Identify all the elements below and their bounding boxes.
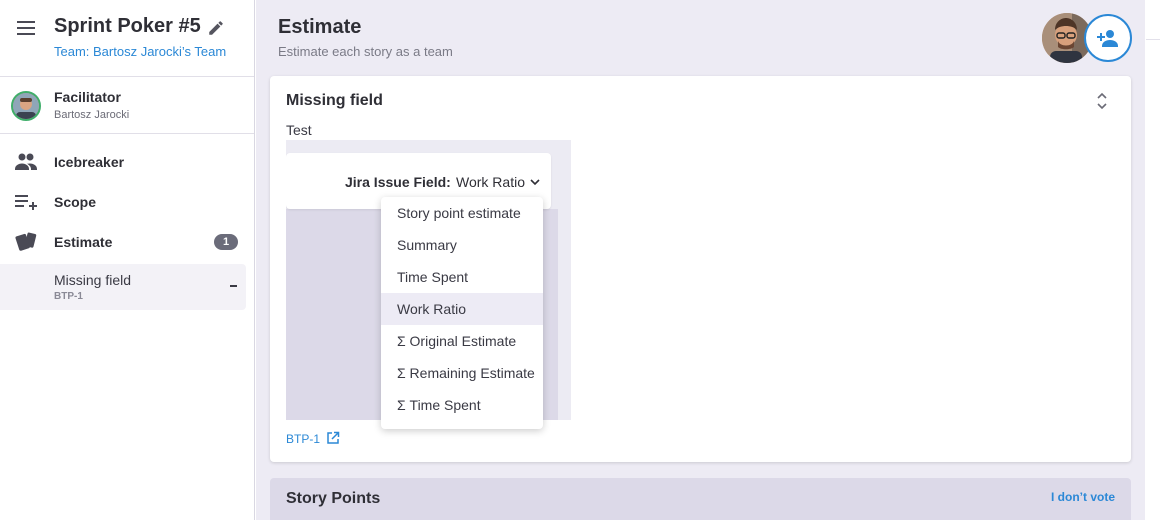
dropdown-option[interactable]: Σ Remaining Estimate: [381, 357, 543, 389]
nav-label-estimate: Estimate: [54, 234, 113, 250]
meeting-title: Sprint Poker #5: [54, 15, 201, 37]
dropdown-option-selected[interactable]: Work Ratio: [381, 293, 543, 325]
estimate-count-badge: 1: [214, 234, 238, 250]
story-item[interactable]: Missing field BTP-1: [0, 264, 246, 310]
jira-field-select[interactable]: Work Ratio: [456, 174, 525, 190]
facilitator-role: Facilitator: [54, 89, 121, 105]
facilitator-name: Bartosz Jarocki: [54, 109, 130, 121]
dropdown-option[interactable]: Σ Original Estimate: [381, 325, 543, 357]
story-item-title: Missing field: [54, 272, 132, 288]
right-edge: [1146, 0, 1160, 520]
main-content: Estimate Estimate each story as a team M…: [256, 0, 1145, 520]
story-title: Missing field: [286, 92, 383, 109]
chevron-down-icon[interactable]: [529, 176, 541, 188]
nav-item-estimate[interactable]: Estimate 1: [0, 224, 254, 260]
dropdown-option[interactable]: Time Spent: [381, 261, 543, 293]
jira-field-label: Jira Issue Field:: [345, 174, 451, 190]
facilitator-section: Facilitator Bartosz Jarocki: [0, 77, 254, 134]
person-add-icon: [1097, 30, 1118, 47]
story-points-title: Story Points: [286, 490, 381, 507]
cards-icon: [15, 232, 37, 251]
sidebar: Sprint Poker #5 Team: Bartosz Jarocki’s …: [0, 0, 255, 520]
nav-item-icebreaker[interactable]: Icebreaker: [0, 144, 254, 180]
story-description: Test: [286, 122, 312, 138]
menu-icon[interactable]: [16, 20, 36, 36]
story-points-card: Story Points I don’t vote: [270, 478, 1131, 520]
jira-field-dropdown: Story point estimate Summary Time Spent …: [381, 197, 543, 429]
nav-item-scope[interactable]: Scope: [0, 184, 254, 220]
nav-label-scope: Scope: [54, 194, 97, 210]
page-title: Estimate: [278, 16, 362, 38]
story-card: Missing field Test Jira Issue Field: Wor…: [270, 76, 1131, 462]
facilitator-avatar: [11, 91, 41, 121]
issue-key-link[interactable]: BTP-1: [286, 432, 320, 446]
sidebar-header: Sprint Poker #5 Team: Bartosz Jarocki’s …: [0, 0, 254, 77]
dropdown-option[interactable]: Σ Time Spent: [381, 389, 543, 421]
dropdown-option[interactable]: Story point estimate: [381, 197, 543, 229]
unfold-icon[interactable]: [1095, 92, 1109, 110]
group-icon: [15, 153, 37, 170]
no-vote-button[interactable]: I don’t vote: [1051, 490, 1115, 504]
story-item-key: BTP-1: [54, 291, 83, 302]
dropdown-option[interactable]: Summary: [381, 229, 543, 261]
invite-button[interactable]: [1084, 14, 1132, 62]
page-subtitle: Estimate each story as a team: [278, 44, 453, 59]
pencil-icon[interactable]: [207, 19, 225, 37]
team-link[interactable]: Team: Bartosz Jarocki’s Team: [54, 44, 226, 59]
nav-label-icebreaker: Icebreaker: [54, 154, 125, 170]
playlist-add-icon: [15, 195, 37, 210]
open-in-new-icon[interactable]: [326, 431, 340, 445]
collapse-dash-icon[interactable]: [230, 285, 237, 287]
